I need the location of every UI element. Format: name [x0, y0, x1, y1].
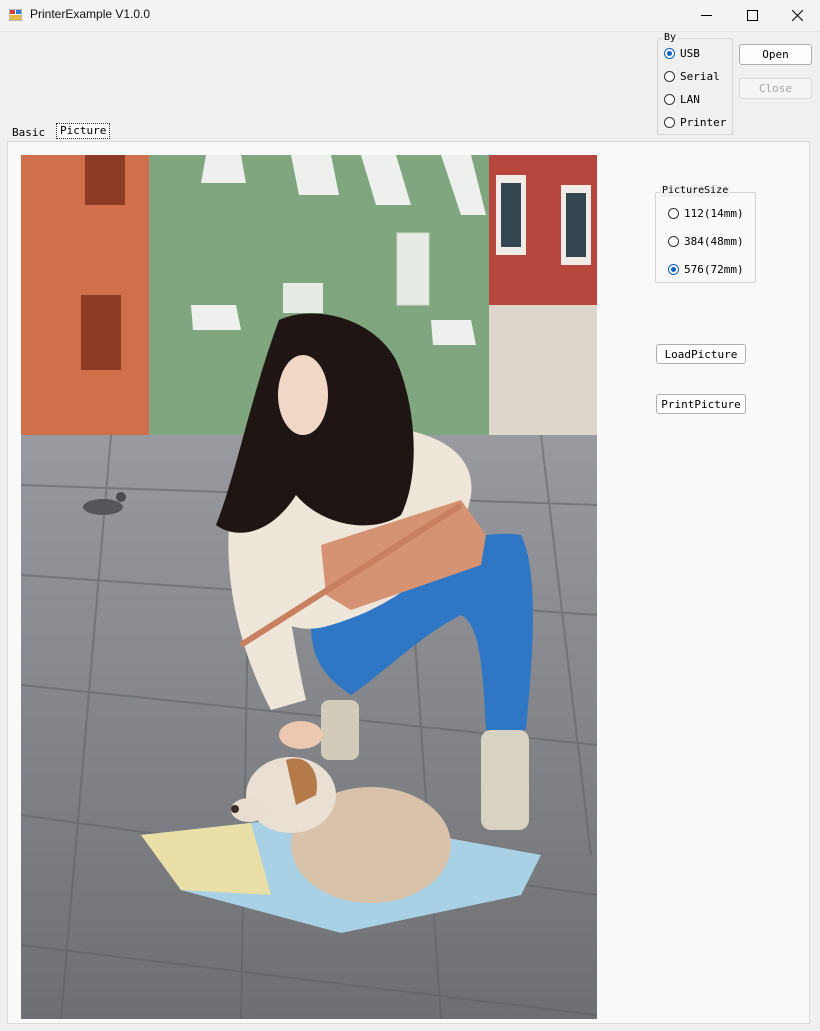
preview-image — [21, 155, 597, 1019]
radio-serial-indicator[interactable] — [664, 71, 675, 82]
picture-preview — [21, 155, 597, 1019]
radio-size-112[interactable]: 112(14mm) — [668, 207, 744, 220]
radio-size-576-label: 576(72mm) — [684, 263, 744, 276]
radio-printer-indicator[interactable] — [664, 117, 675, 128]
radio-lan-label: LAN — [680, 93, 700, 106]
open-button[interactable]: Open — [739, 44, 812, 65]
radio-lan[interactable]: LAN — [664, 93, 700, 106]
minimize-icon — [700, 15, 712, 16]
radio-size-112-indicator[interactable] — [668, 208, 679, 219]
window-title: PrinterExample V1.0.0 — [30, 7, 151, 21]
radio-usb-indicator[interactable] — [664, 48, 675, 59]
title-bar: PrinterExample V1.0.0 — [0, 0, 820, 32]
print-picture-button[interactable]: PrintPicture — [656, 394, 746, 414]
minimize-button[interactable] — [683, 0, 729, 31]
radio-usb-label: USB — [680, 47, 700, 60]
radio-printer[interactable]: Printer — [664, 116, 726, 129]
connection-group-label: By — [662, 32, 679, 44]
tab-basic[interactable]: Basic — [9, 126, 48, 140]
radio-size-384[interactable]: 384(48mm) — [668, 235, 744, 248]
close-button[interactable]: Close — [739, 78, 812, 99]
close-window-button[interactable] — [774, 0, 820, 31]
radio-size-112-label: 112(14mm) — [684, 207, 744, 220]
radio-size-384-indicator[interactable] — [668, 236, 679, 247]
load-picture-button[interactable]: LoadPicture — [656, 344, 746, 364]
radio-lan-indicator[interactable] — [664, 94, 675, 105]
radio-serial-label: Serial — [680, 70, 720, 83]
radio-printer-label: Printer — [680, 116, 727, 129]
tab-picture[interactable]: Picture — [56, 123, 111, 139]
radio-size-576-indicator[interactable] — [668, 264, 679, 275]
maximize-icon — [746, 10, 758, 21]
radio-size-576[interactable]: 576(72mm) — [668, 263, 744, 276]
picture-size-group-label: PictureSize — [660, 185, 731, 197]
radio-size-384-label: 384(48mm) — [684, 235, 744, 248]
radio-usb[interactable]: USB — [664, 47, 700, 60]
app-icon — [9, 9, 22, 21]
radio-serial[interactable]: Serial — [664, 70, 720, 83]
close-icon — [791, 10, 803, 21]
maximize-button[interactable] — [729, 0, 775, 31]
